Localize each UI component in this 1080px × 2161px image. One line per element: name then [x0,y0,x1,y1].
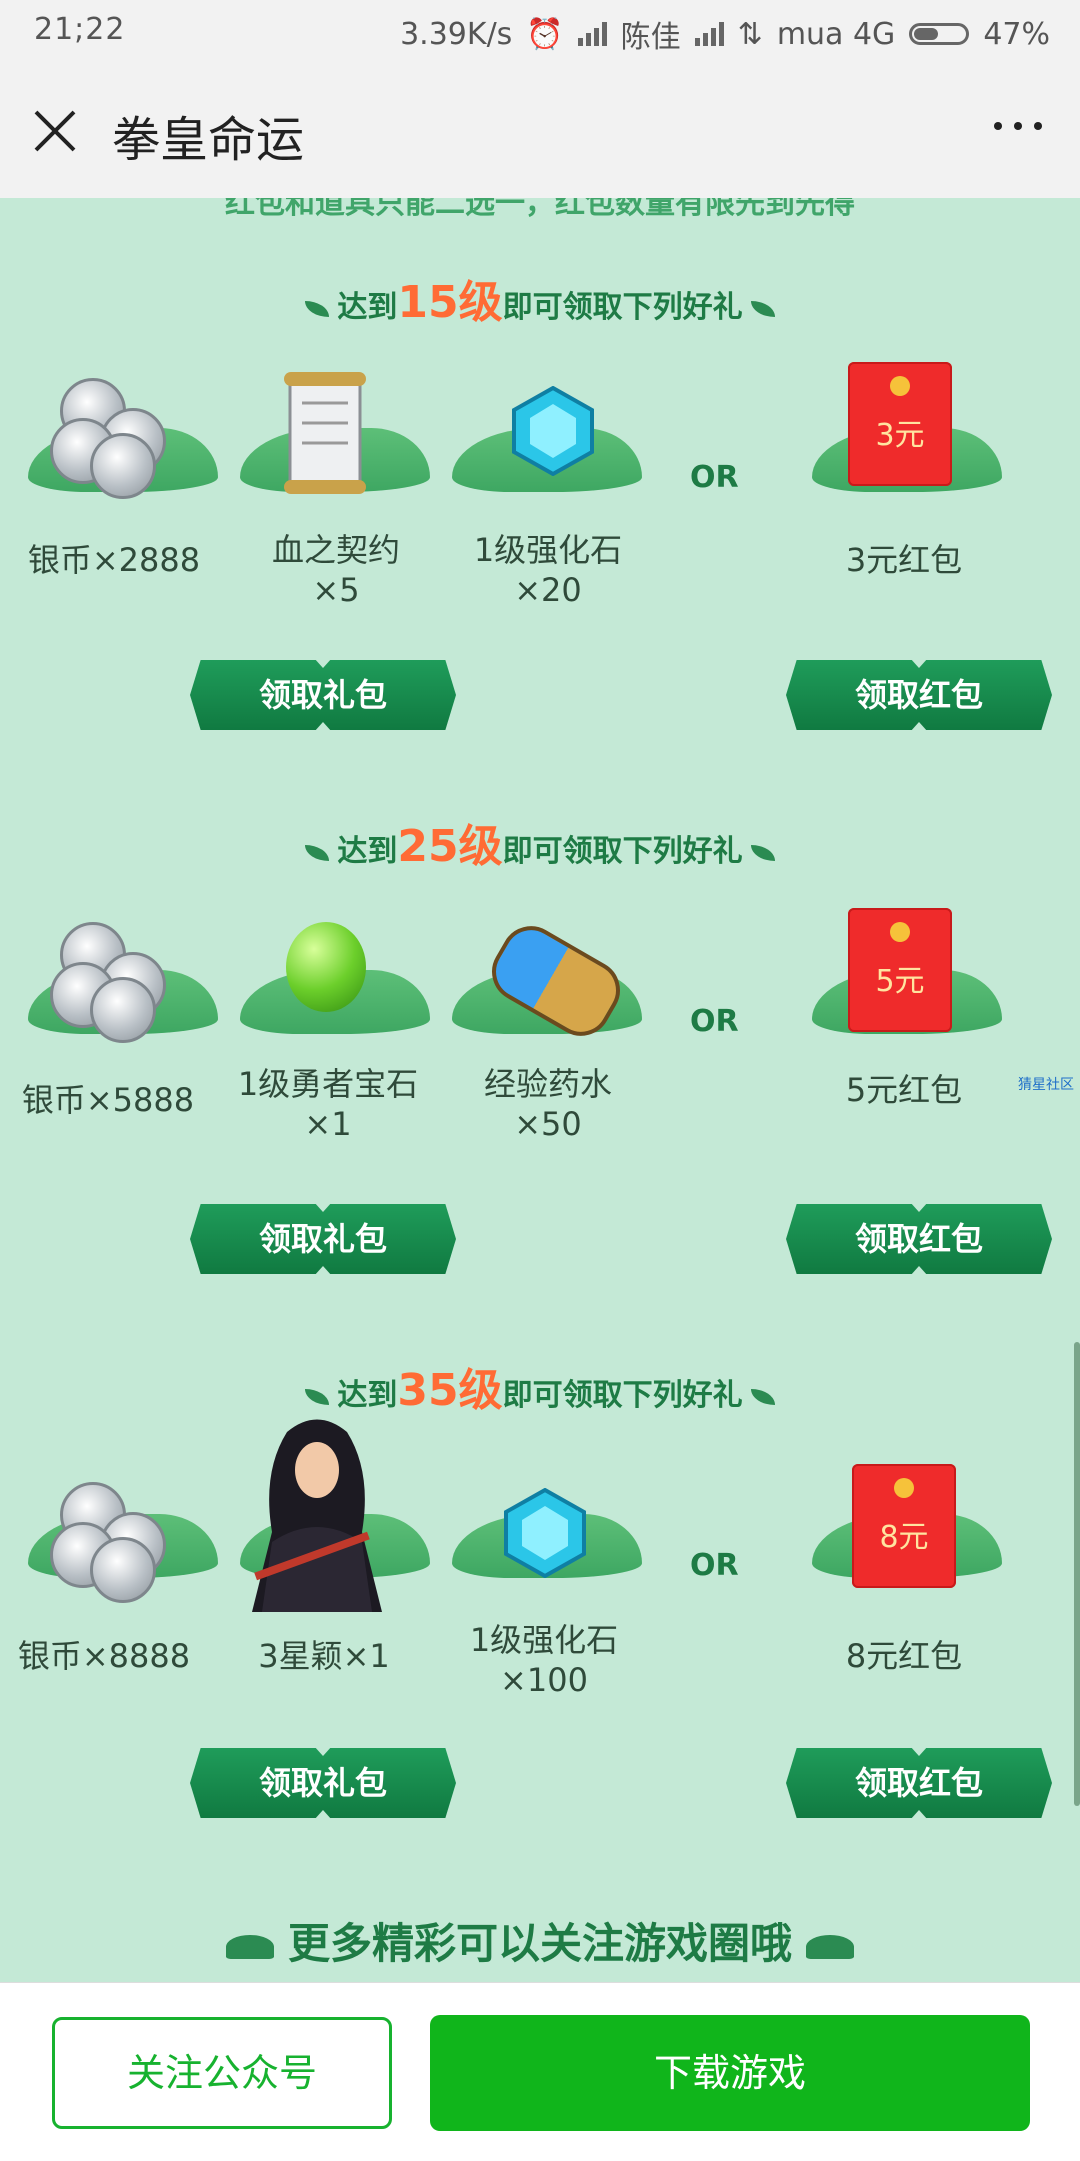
red-packet-amount: 8元 [879,1520,929,1555]
silver-coins-icon [40,1482,180,1603]
claim-redpack-button[interactable]: 领取红包 [786,1748,1052,1818]
claim-gift-button[interactable]: 领取礼包 [190,660,456,730]
tier-level: 25级 [397,821,503,872]
network-speed: 3.39K/s [400,16,513,52]
item-label: 银币×5888 [21,1081,195,1119]
item-label: 8元红包 [845,1637,963,1675]
battery-level: 47% [983,16,1050,52]
hero-character-icon [252,1419,382,1612]
notice-text: 红包和道具只能二选一，红包数量有限先到先得 [225,198,855,221]
follow-official-account-button[interactable]: 关注公众号 [52,2017,392,2129]
red-packet-icon: 8元 [852,1464,956,1588]
nav-bar: 拳皇命运 [0,62,1080,199]
claim-gift-button[interactable]: 领取礼包 [190,1204,456,1274]
item-label: 银币×2888 [27,541,201,579]
scrollbar[interactable] [1074,1342,1080,1806]
claim-redpack-button[interactable]: 领取红包 [786,660,1052,730]
item-label: 银币×8888 [17,1637,191,1675]
claim-redpack-button[interactable]: 领取红包 [786,1204,1052,1274]
status-right: 3.39K/s ⏰ 陈佳 ⇅ mua 4G 47% [400,12,1050,56]
bottom-bar: 关注公众号 下载游戏 [0,1982,1080,2161]
scroll-icon [284,372,366,494]
red-packet-icon: 3元 [848,362,952,486]
signal-icon [577,22,607,46]
leaf-icon [225,1934,274,1959]
leaf-icon [305,844,330,861]
tier-level: 15级 [397,277,503,328]
alarm-icon: ⏰ [526,16,564,52]
leaf-icon [750,300,775,317]
item-label: 3星颖×1 [258,1637,390,1675]
item-label: 1级强化石 ×100 [469,1621,619,1699]
leaf-icon [305,1388,330,1405]
data-arrows-icon: ⇅ [737,16,763,52]
tier-2-heading: 达到25级即可领取下列好礼 [0,810,1080,874]
footer-promo: 更多精彩可以关注游戏圈哦 [0,1910,1080,1971]
silver-coins-icon [40,378,180,499]
gem-icon [504,1488,586,1578]
more-icon[interactable] [994,122,1042,130]
or-text: OR [690,1548,739,1583]
red-packet-amount: 3元 [875,418,925,453]
carrier-1: 陈佳 [620,20,681,55]
signal-icon-2 [694,22,724,46]
item-label: 1级勇者宝石 ×1 [237,1065,419,1143]
leaf-icon [750,1388,775,1405]
status-bar: 21;22 3.39K/s ⏰ 陈佳 ⇅ mua 4G 47% [0,0,1080,62]
green-gem-icon [286,922,366,1012]
silver-coins-icon [40,922,180,1043]
item-label: 1级强化石 ×20 [473,531,623,609]
leaf-icon [305,300,330,317]
tier-1-heading: 达到15级即可领取下列好礼 [0,266,1080,330]
side-tag[interactable]: 猜星社区 [1018,1074,1074,1094]
tier-3-heading: 达到35级即可领取下列好礼 [0,1354,1080,1418]
tier-level: 35级 [397,1365,503,1416]
item-label: 5元红包 [845,1071,963,1109]
carrier-2: mua 4G [776,16,896,52]
battery-icon [909,23,970,45]
leaf-icon [750,844,775,861]
leaf-icon [806,1934,854,1959]
gem-icon [512,386,594,476]
item-label: 3元红包 [845,541,963,579]
red-packet-icon: 5元 [848,908,952,1032]
or-text: OR [690,1004,739,1039]
item-label: 血之契约 ×5 [271,531,400,609]
main-content: 红包和道具只能二选一，红包数量有限先到先得 达到15级即可领取下列好礼 银币×2… [0,198,1080,1982]
red-packet-amount: 5元 [875,964,925,999]
close-icon[interactable] [30,106,80,156]
download-game-button[interactable]: 下载游戏 [430,2015,1030,2131]
status-time: 21;22 [34,12,126,47]
page-title: 拳皇命运 [112,112,305,168]
item-label: 经验药水 ×50 [483,1065,612,1143]
claim-gift-button[interactable]: 领取礼包 [190,1748,456,1818]
or-text: OR [690,460,739,495]
